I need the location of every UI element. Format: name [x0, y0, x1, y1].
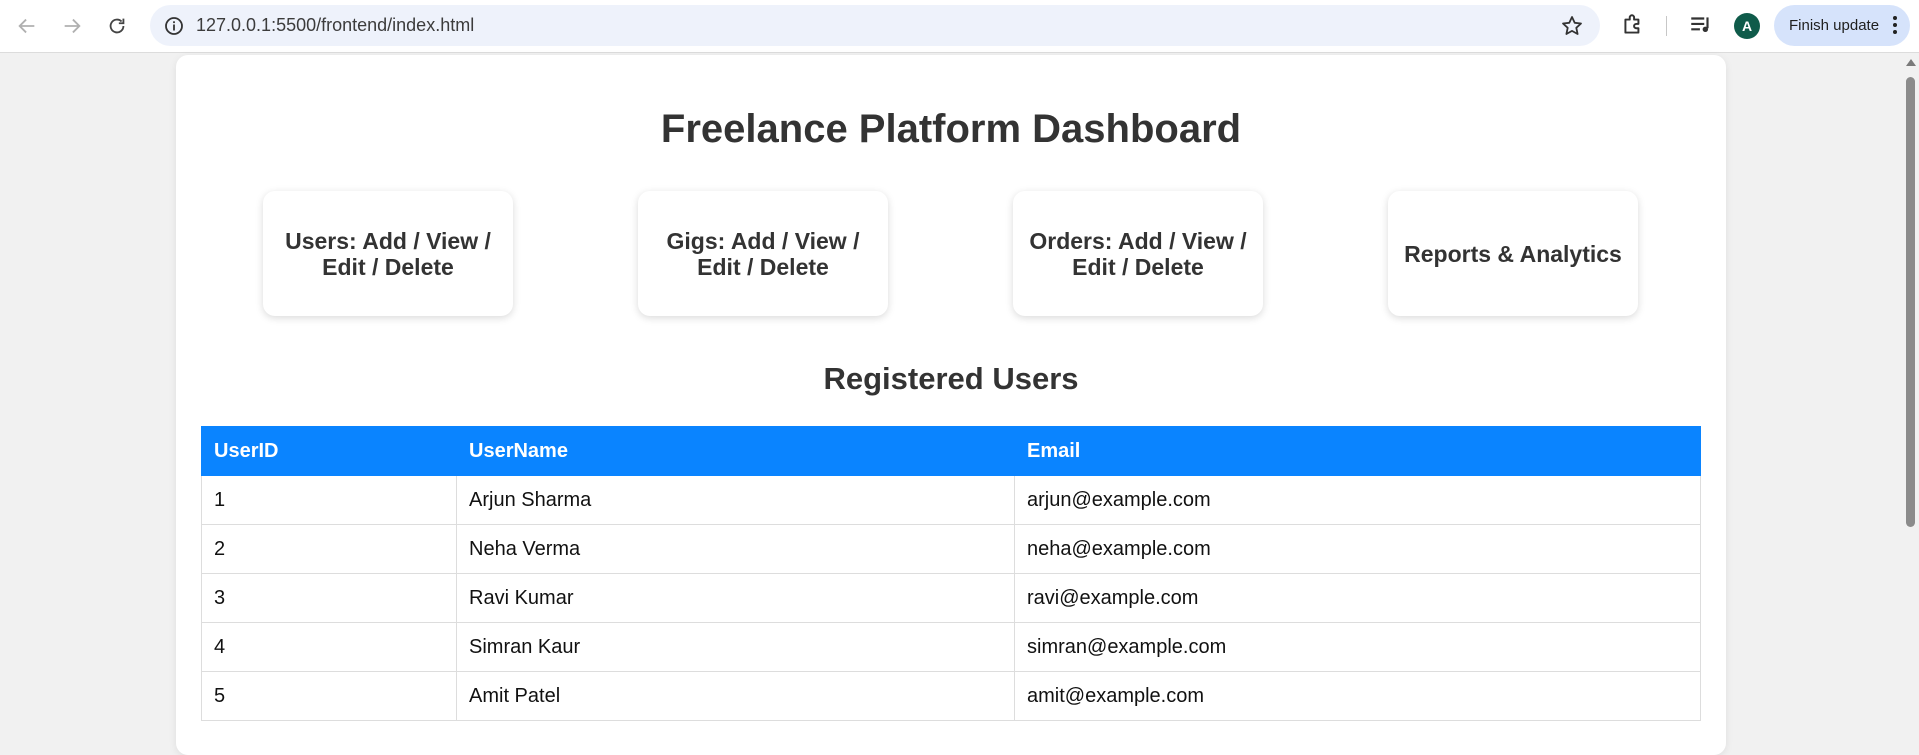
- bookmark-star-icon[interactable]: [1560, 14, 1584, 38]
- reload-button[interactable]: [101, 10, 133, 42]
- cell-username: Ravi Kumar: [456, 573, 1015, 623]
- table-row: 2 Neha Verma neha@example.com: [201, 524, 1701, 574]
- table-row: 5 Amit Patel amit@example.com: [201, 671, 1701, 721]
- cell-userid: 3: [201, 573, 457, 623]
- page-scrollbar[interactable]: [1902, 53, 1919, 718]
- tile-orders-label: Orders: Add / View / Edit / Delete: [1029, 227, 1247, 280]
- profile-avatar[interactable]: A: [1734, 13, 1760, 39]
- arrow-right-icon: [64, 18, 81, 34]
- column-header-email: Email: [1014, 426, 1701, 476]
- cell-email: ravi@example.com: [1014, 573, 1701, 623]
- table-header-row: UserID UserName Email: [201, 426, 1701, 476]
- scroll-thumb[interactable]: [1906, 77, 1915, 527]
- extensions-puzzle-icon[interactable]: [1620, 12, 1646, 38]
- tile-gigs-label: Gigs: Add / View / Edit / Delete: [666, 227, 860, 280]
- cell-email: simran@example.com: [1014, 622, 1701, 672]
- tile-users-label: Users: Add / View / Edit / Delete: [285, 227, 491, 280]
- tile-gigs[interactable]: Gigs: Add / View / Edit / Delete: [638, 191, 888, 316]
- column-header-username: UserName: [456, 426, 1015, 476]
- table-row: 4 Simran Kaur simran@example.com: [201, 622, 1701, 672]
- toolbar-divider: [1666, 16, 1667, 36]
- more-vert-icon: [1893, 16, 1897, 34]
- tile-reports-label: Reports & Analytics: [1404, 240, 1622, 267]
- page-title: Freelance Platform Dashboard: [660, 107, 1242, 151]
- reload-icon: [109, 18, 125, 34]
- cell-email: amit@example.com: [1014, 671, 1701, 721]
- finish-update-label: Finish update: [1789, 17, 1880, 34]
- forward-button[interactable]: [56, 10, 88, 42]
- cell-email: neha@example.com: [1014, 524, 1701, 574]
- cell-userid: 4: [201, 622, 457, 672]
- tile-reports[interactable]: Reports & Analytics: [1388, 191, 1638, 316]
- cell-username: Amit Patel: [456, 671, 1015, 721]
- back-button[interactable]: [11, 10, 43, 42]
- table-row: 1 Arjun Sharma arjun@example.com: [201, 475, 1701, 525]
- site-info-icon[interactable]: [164, 16, 184, 36]
- finish-update-button[interactable]: Finish update: [1774, 5, 1910, 46]
- browser-toolbar: 127.0.0.1:5500/frontend/index.html A Fin…: [0, 0, 1919, 53]
- table-row: 3 Ravi Kumar ravi@example.com: [201, 573, 1701, 623]
- column-header-userid: UserID: [201, 426, 457, 476]
- cell-userid: 5: [201, 671, 457, 721]
- section-title: Registered Users: [823, 361, 1079, 396]
- tile-orders[interactable]: Orders: Add / View / Edit / Delete: [1013, 191, 1263, 316]
- tile-users[interactable]: Users: Add / View / Edit / Delete: [263, 191, 513, 316]
- media-controls-icon[interactable]: [1688, 12, 1714, 38]
- dashboard-container: Freelance Platform Dashboard Users: Add …: [176, 55, 1726, 755]
- cell-username: Arjun Sharma: [456, 475, 1015, 525]
- cell-username: Simran Kaur: [456, 622, 1015, 672]
- cell-userid: 1: [201, 475, 457, 525]
- cell-userid: 2: [201, 524, 457, 574]
- cell-username: Neha Verma: [456, 524, 1015, 574]
- scroll-up-arrow-icon[interactable]: [1906, 59, 1916, 66]
- users-table: UserID UserName Email 1 Arjun Sharma arj…: [201, 426, 1701, 721]
- address-bar[interactable]: 127.0.0.1:5500/frontend/index.html: [150, 5, 1600, 46]
- url-text[interactable]: 127.0.0.1:5500/frontend/index.html: [196, 15, 474, 36]
- cell-email: arjun@example.com: [1014, 475, 1701, 525]
- arrow-left-icon: [18, 18, 35, 34]
